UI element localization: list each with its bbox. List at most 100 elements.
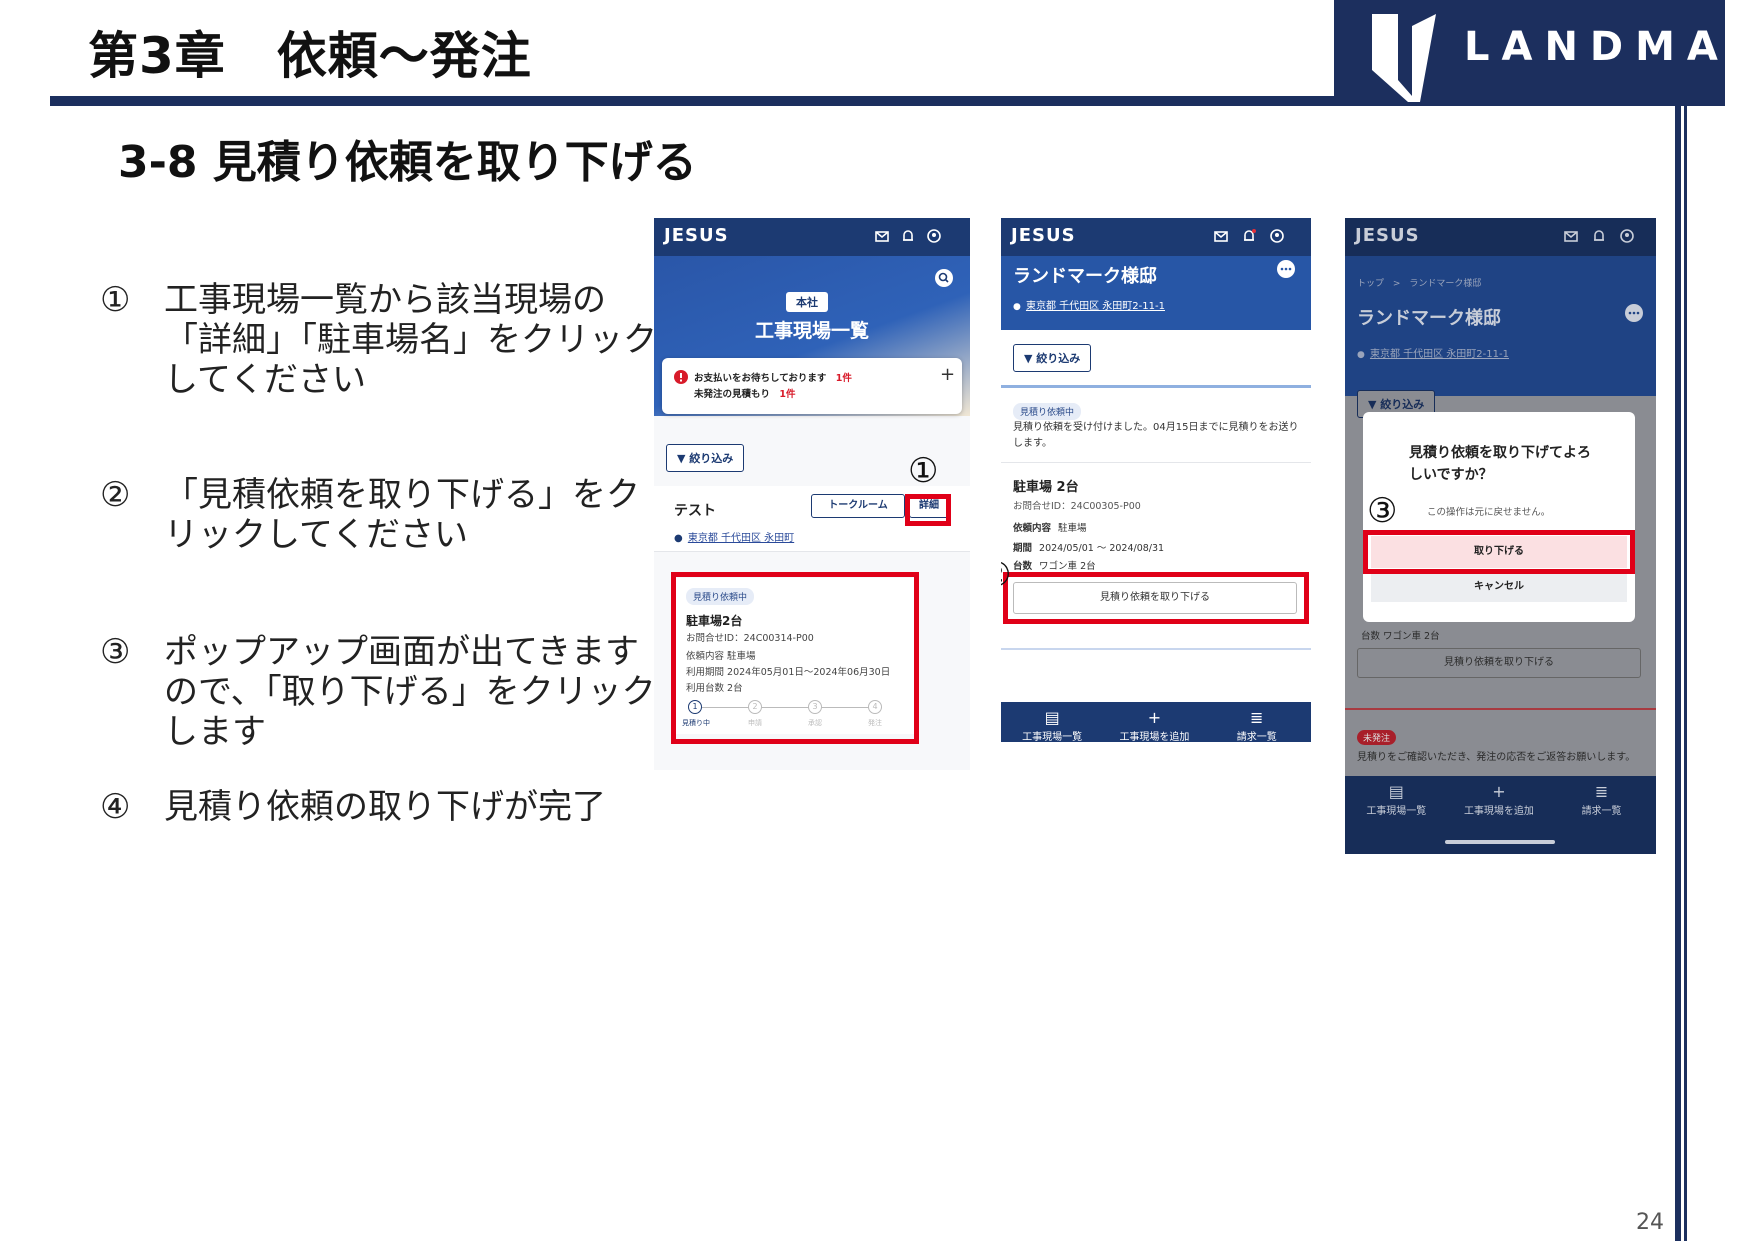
divider xyxy=(1001,385,1311,388)
nav-site-list[interactable]: ▤ 工事現場一覧 xyxy=(1345,776,1448,817)
step-text: 工事現場一覧から該当現場の「詳細」「駐車場名」をクリックしてください xyxy=(164,280,657,400)
step-4: ④ 見積り依頼の取り下げが完了 xyxy=(100,787,660,827)
screenshot-site-detail: JESUS ランドマーク様邸 ● 東京都 千代田区 永田町2-11-1 ▼ 絞り… xyxy=(1001,218,1311,742)
alert-line1: お支払いをお待ちしております xyxy=(694,373,827,384)
status-tag: 見積り依頼中 xyxy=(1013,403,1082,420)
mail-icon[interactable] xyxy=(1213,228,1229,244)
step-1: ① 工事現場一覧から該当現場の「詳細」「駐車場名」をクリックしてください xyxy=(100,280,660,400)
more-icon[interactable] xyxy=(1625,304,1643,322)
site-address[interactable]: 東京都 千代田区 永田町 xyxy=(688,533,794,544)
nav-label: 工事現場一覧 xyxy=(1366,806,1427,817)
location-pin-icon: ● xyxy=(1357,350,1365,360)
nav-label: 工事現場を追加 xyxy=(1119,732,1190,742)
nav-add-site[interactable]: + 工事現場を追加 xyxy=(1448,776,1551,817)
landmark-logo-icon xyxy=(1372,14,1436,102)
unordered-tag: 未発注 xyxy=(1357,730,1397,745)
location-pin-icon: ● xyxy=(1013,302,1021,312)
nav-label: 工事現場を追加 xyxy=(1463,806,1534,817)
clipboard-icon: ▤ xyxy=(1044,708,1060,727)
screenshot-site-list: JESUS 本社 工事現場一覧 お支払いをお待ちしております 1件 未発注の見積… xyxy=(654,218,970,770)
step-text: 「見積依頼を取り下げる」をクリックしてください xyxy=(164,475,640,555)
filter-label: 絞り込み xyxy=(1036,352,1081,365)
nav-label: 工事現場一覧 xyxy=(1022,732,1083,742)
nav-label: 請求一覧 xyxy=(1236,732,1277,742)
plus-icon: + xyxy=(1147,708,1162,727)
right-rail xyxy=(1675,106,1681,1241)
callout-2: ② xyxy=(1001,558,1011,592)
nav-invoices[interactable]: ≣ 請求一覧 xyxy=(1550,776,1653,817)
highlight-withdraw-button xyxy=(1003,572,1309,624)
alert-count1: 1件 xyxy=(835,373,852,384)
talk-room-button[interactable]: トークルーム xyxy=(811,494,905,518)
highlight-detail xyxy=(905,494,951,526)
filter-label: 絞り込み xyxy=(1380,398,1425,411)
mail-icon[interactable] xyxy=(1563,228,1579,244)
site-title: ランドマーク様邸 xyxy=(1357,308,1501,329)
account-icon[interactable] xyxy=(926,228,942,244)
nav-label: 請求一覧 xyxy=(1581,806,1622,817)
step-text: ポップアップ画面が出てきますので、「取り下げる」をクリックします xyxy=(164,632,656,752)
step-number: ① xyxy=(100,280,131,320)
bell-icon[interactable] xyxy=(1241,228,1257,244)
bell-icon[interactable] xyxy=(1591,228,1607,244)
site-title: ランドマーク様邸 xyxy=(1013,266,1157,287)
office-chip[interactable]: 本社 xyxy=(786,292,828,312)
breadcrumb-separator: > xyxy=(1392,279,1401,289)
nav-add-site[interactable]: + 工事現場を追加 xyxy=(1103,702,1205,742)
divider xyxy=(1001,462,1311,463)
search-icon[interactable] xyxy=(934,268,954,288)
site-name[interactable]: テスト xyxy=(674,500,716,520)
account-icon[interactable] xyxy=(1269,228,1285,244)
highlight-quote-card xyxy=(671,572,919,744)
bg-message: 見積りをご確認いただき、発注の応否をご返答お願いします。 xyxy=(1357,752,1636,763)
status-message: 見積り依頼を受け付けました。04月15日までに見積りをお送りします。 xyxy=(1013,422,1299,449)
location-pin-icon: ● xyxy=(674,533,683,544)
content-label: 依頼内容 xyxy=(1013,523,1052,534)
filter-button[interactable]: ▼ 絞り込み xyxy=(666,444,745,472)
cancel-button[interactable]: キャンセル xyxy=(1371,572,1627,602)
list-icon: ≣ xyxy=(1594,782,1609,801)
chapter-title: 第3章 依頼～発注 xyxy=(88,27,532,85)
right-rail-thin xyxy=(1684,106,1687,1241)
alert-card[interactable]: お支払いをお待ちしております 1件 未発注の見積もり 1件 + xyxy=(662,358,962,414)
step-number: ③ xyxy=(100,632,131,672)
app-header: JESUS xyxy=(1001,218,1311,256)
dialog-note: この操作は元に戻せません。 xyxy=(1427,507,1551,518)
callout-1: ① xyxy=(908,451,939,491)
dialog-title: 見積り依頼を取り下げてよろしいですか？ xyxy=(1409,445,1591,483)
divider xyxy=(1001,648,1311,650)
jesus-logo: JESUS xyxy=(1355,225,1420,246)
breadcrumb-current: ランドマーク様邸 xyxy=(1409,279,1482,289)
bell-icon[interactable] xyxy=(900,228,916,244)
site-address[interactable]: 東京都 千代田区 永田町2-11-1 xyxy=(1370,349,1509,360)
nav-site-list[interactable]: ▤ 工事現場一覧 xyxy=(1001,702,1103,742)
count-label: 台数 xyxy=(1013,561,1033,572)
plus-icon: + xyxy=(1492,782,1506,801)
alert-line2: 未発注の見積もり xyxy=(694,389,771,400)
confirm-dialog: 見積り依頼を取り下げてよろしいですか？ この操作は元に戻せません。 取り下げる … xyxy=(1363,412,1635,622)
alert-icon xyxy=(674,370,688,384)
page-title: 工事現場一覧 xyxy=(754,320,869,342)
inquiry-id: お問合せID：24C00305-P00 xyxy=(1013,501,1141,512)
breadcrumb-top[interactable]: トップ xyxy=(1357,279,1384,289)
jesus-logo: JESUS xyxy=(1011,225,1076,246)
count-value: ワゴン車 2台 xyxy=(1039,561,1096,572)
expand-plus-icon[interactable]: + xyxy=(940,364,955,385)
alert-count2: 1件 xyxy=(779,389,796,400)
bottom-nav: ▤ 工事現場一覧 + 工事現場を追加 ≣ 請求一覧 xyxy=(1001,702,1311,742)
section-title: 3-8 見積り依頼を取り下げる xyxy=(118,137,697,188)
bottom-nav: ▤ 工事現場一覧 + 工事現場を追加 ≣ 請求一覧 xyxy=(1345,776,1656,854)
filter-button[interactable]: ▼ 絞り込み xyxy=(1013,344,1092,372)
screenshot-confirm-dialog: JESUS トップ > ランドマーク様邸 ランドマーク様邸 ● 東京都 千代田区… xyxy=(1345,218,1656,854)
step-number: ② xyxy=(100,475,131,515)
more-icon[interactable] xyxy=(1277,260,1295,278)
site-address[interactable]: 東京都 千代田区 永田町2-11-1 xyxy=(1026,301,1165,312)
nav-invoices[interactable]: ≣ 請求一覧 xyxy=(1206,702,1308,742)
account-icon[interactable] xyxy=(1619,228,1635,244)
step-text: 見積り依頼の取り下げが完了 xyxy=(164,787,606,827)
bg-withdraw-button[interactable]: 見積り依頼を取り下げる xyxy=(1357,648,1641,678)
period-value: 2024/05/01 ～ 2024/08/31 xyxy=(1039,543,1165,554)
mail-icon[interactable] xyxy=(874,228,890,244)
step-2: ② 「見積依頼を取り下げる」をクリックしてください xyxy=(100,475,660,555)
content-value: 駐車場 xyxy=(1058,523,1087,534)
